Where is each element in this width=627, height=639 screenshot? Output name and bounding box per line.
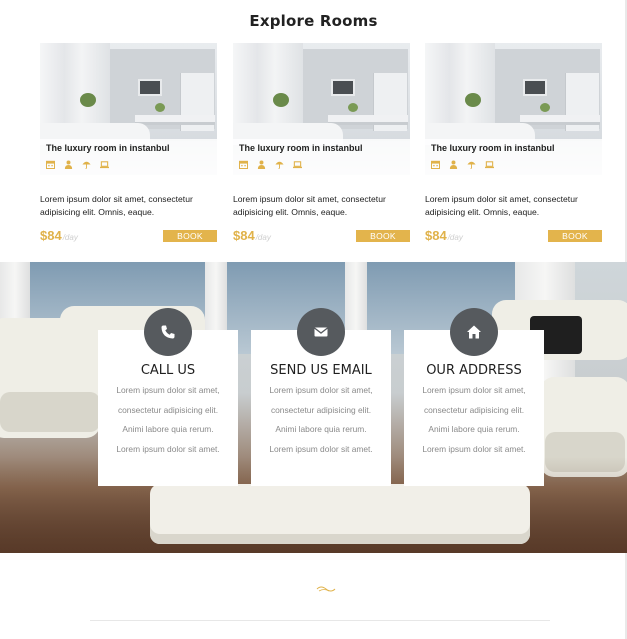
envelope-icon (314, 327, 328, 337)
contact-title: SEND US EMAIL (270, 363, 372, 378)
contact-description: Lorem ipsum dolor sit amet, consectetur a… (422, 385, 526, 454)
divider-line (90, 620, 550, 621)
section-title: Explore Rooms (249, 12, 378, 30)
room-card: The luxury room in instanbul Lorem ipsum… (233, 43, 410, 253)
contact-card-address: OUR ADDRESS Lorem ipsum dolor sit amet, c… (404, 308, 544, 486)
laptop-icon (485, 161, 494, 169)
room-description: Lorem ipsum dolor sit amet, consectetur … (233, 194, 386, 217)
contact-card-call: CALL US Lorem ipsum dolor sit amet, conse… (98, 308, 238, 486)
room-price: $84/day (40, 228, 78, 243)
photo-caption-overlay: The luxury room in instanbul (40, 139, 217, 175)
room-name[interactable]: The luxury room in instanbul (46, 143, 170, 153)
envelope-icon-circle[interactable] (297, 308, 345, 356)
room-name[interactable]: The luxury room in instanbul (239, 143, 363, 153)
laptop-icon (293, 161, 302, 169)
umbrella-icon (82, 161, 91, 169)
photo-caption-overlay: The luxury room in instanbul (233, 139, 410, 175)
room-price: $84/day (425, 228, 463, 243)
person-icon (257, 160, 266, 169)
room-description: Lorem ipsum dolor sit amet, consectetur … (40, 194, 193, 217)
room-card: The luxury room in instanbul Lorem ipsum… (425, 43, 602, 253)
room-description: Lorem ipsum dolor sit amet, consectetur … (425, 194, 578, 217)
phone-icon (161, 325, 175, 339)
photo-caption-overlay: The luxury room in instanbul (425, 139, 602, 175)
contact-description: Lorem ipsum dolor sit amet, consectetur a… (269, 385, 373, 454)
amenity-icons (46, 160, 109, 169)
book-button[interactable]: BOOK (356, 230, 410, 242)
laptop-icon (100, 161, 109, 169)
price-unit: /day (255, 233, 271, 242)
phone-icon-circle[interactable] (144, 308, 192, 356)
calendar-icon (239, 160, 248, 169)
home-icon (467, 325, 481, 339)
price-unit: /day (62, 233, 78, 242)
umbrella-icon (275, 161, 284, 169)
room-photo[interactable]: The luxury room in instanbul (233, 43, 410, 175)
contact-section: CALL US Lorem ipsum dolor sit amet, conse… (0, 262, 627, 553)
room-pricing: $84/day BOOK (425, 228, 602, 244)
contact-description: Lorem ipsum dolor sit amet, consectetur a… (116, 385, 220, 454)
contact-title: CALL US (140, 363, 196, 378)
amenity-icons (239, 160, 302, 169)
ornament-divider-icon (316, 586, 336, 592)
contact-card-email: SEND US EMAIL Lorem ipsum dolor sit amet… (251, 308, 391, 486)
home-icon-circle[interactable] (450, 308, 498, 356)
person-icon (64, 160, 73, 169)
room-pricing: $84/day BOOK (233, 228, 410, 244)
room-photo[interactable]: The luxury room in instanbul (425, 43, 602, 175)
calendar-icon (431, 160, 440, 169)
room-photo[interactable]: The luxury room in instanbul (40, 43, 217, 175)
umbrella-icon (467, 161, 476, 169)
room-card: The luxury room in instanbul Lorem ipsum… (40, 43, 217, 253)
contact-title: OUR ADDRESS (426, 363, 522, 378)
book-button[interactable]: BOOK (163, 230, 217, 242)
room-name[interactable]: The luxury room in instanbul (431, 143, 555, 153)
book-button[interactable]: BOOK (548, 230, 602, 242)
calendar-icon (46, 160, 55, 169)
room-pricing: $84/day BOOK (40, 228, 217, 244)
price-unit: /day (447, 233, 463, 242)
room-price: $84/day (233, 228, 271, 243)
amenity-icons (431, 160, 494, 169)
person-icon (449, 160, 458, 169)
